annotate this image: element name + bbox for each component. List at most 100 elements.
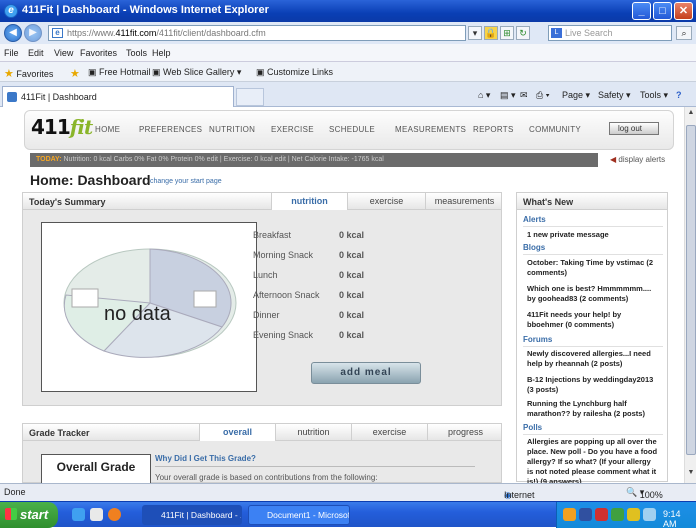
title-bar[interactable]: e 411Fit | Dashboard - Windows Internet … — [0, 0, 696, 22]
blog-item[interactable]: October: Taking Time by vstimac (2 comme… — [527, 258, 659, 278]
home-icon[interactable]: ⌂ ▾ — [478, 90, 490, 101]
firefox-quicklaunch-icon[interactable] — [108, 508, 121, 521]
tray-icon[interactable] — [563, 508, 576, 521]
tray-icon[interactable] — [611, 508, 624, 521]
help-icon[interactable]: ? — [676, 90, 682, 100]
address-toolbar: ◀ ▶ e https://www.411fit.com/411fit/clie… — [0, 22, 696, 44]
close-button[interactable]: ✕ — [674, 2, 693, 20]
menu-view[interactable]: View — [54, 48, 73, 58]
forum-item[interactable]: Newly discovered allergies...I need help… — [527, 349, 659, 369]
forum-item[interactable]: Running the Lynchburg half marathon?? by… — [527, 399, 659, 419]
site-logo[interactable]: 411fit — [31, 115, 93, 139]
why-grade-link[interactable]: Why Did I Get This Grade? — [155, 454, 256, 463]
live-search-icon: L — [551, 28, 562, 38]
divider — [523, 346, 663, 347]
taskbar-word-window[interactable]: Document1 - Microsof... — [248, 505, 350, 525]
ie-logo-icon: e — [4, 4, 18, 18]
menu-file[interactable]: File — [4, 48, 19, 58]
divider — [523, 226, 663, 227]
tab-row: 411Fit | Dashboard ⌂ ▾ ▤ ▾ ✉ ⎙ ▾ Page ▾ … — [0, 82, 696, 107]
menu-tools[interactable]: Tools — [126, 48, 147, 58]
ie-quicklaunch-icon[interactable] — [72, 508, 85, 521]
tab-exercise[interactable]: exercise — [347, 193, 425, 210]
address-prefix: https://www. — [67, 28, 116, 38]
print-icon[interactable]: ⎙ ▾ — [536, 90, 549, 101]
new-tab-button[interactable] — [236, 88, 264, 106]
back-button[interactable]: ◀ — [4, 24, 22, 42]
favorites-button[interactable]: ★ Favorites — [4, 67, 53, 80]
tray-icon[interactable] — [627, 508, 640, 521]
tray-icon[interactable] — [579, 508, 592, 521]
tab-nutrition[interactable]: nutrition — [271, 193, 347, 210]
feeds-icon[interactable]: ▤ ▾ — [500, 90, 516, 101]
forward-button[interactable]: ▶ — [24, 24, 42, 42]
menu-favorites[interactable]: Favorites — [80, 48, 117, 58]
nav-exercise[interactable]: EXERCISE — [271, 125, 314, 134]
system-tray: 9:14 AM — [556, 502, 696, 529]
nav-schedule[interactable]: SCHEDULE — [329, 125, 375, 134]
blog-item[interactable]: Which one is best? Hmmmmmm.... by goohea… — [527, 284, 659, 304]
kcal-afternoon-snack: 0 kcal — [339, 290, 365, 300]
maximize-button[interactable]: □ — [653, 2, 672, 20]
address-bar[interactable]: e https://www.411fit.com/411fit/client/d… — [48, 25, 466, 41]
search-icon[interactable]: ⌕ — [676, 26, 692, 40]
tools-menu[interactable]: Tools ▾ — [640, 90, 668, 101]
menu-bar: File Edit View Favorites Tools Help — [0, 44, 696, 62]
scroll-down-icon[interactable]: ▼ — [686, 469, 696, 481]
minimize-button[interactable]: _ — [632, 2, 651, 20]
tab-favicon-icon — [7, 92, 17, 102]
windows-logo-icon — [5, 508, 17, 520]
tray-icon[interactable] — [643, 508, 656, 521]
browser-tab[interactable]: 411Fit | Dashboard — [2, 86, 234, 107]
page-menu[interactable]: Page ▾ — [562, 90, 590, 101]
tab-grade-nutrition[interactable]: nutrition — [275, 424, 351, 441]
start-button[interactable]: start — [0, 502, 58, 528]
lock-icon[interactable]: 🔒 — [484, 26, 498, 40]
forum-item[interactable]: B-12 Injections by weddingday2013 (3 pos… — [527, 375, 659, 395]
fav-web-slice-gallery[interactable]: ▣ Web Slice Gallery ▾ — [152, 67, 241, 78]
fav-customize-links[interactable]: ▣ Customize Links — [256, 67, 333, 78]
status-text: Done — [4, 487, 26, 497]
nav-preferences[interactable]: PREFERENCES — [139, 125, 202, 134]
refresh-icon[interactable]: ↻ — [516, 26, 530, 40]
menu-help[interactable]: Help — [152, 48, 171, 58]
nav-reports[interactable]: REPORTS — [473, 125, 514, 134]
favorites-bar: ★ Favorites ★ ▣ Free Hotmail ▣ Web Slice… — [0, 62, 696, 82]
alert-item[interactable]: 1 new private message — [527, 230, 659, 240]
fav-free-hotmail[interactable]: ▣ Free Hotmail — [88, 67, 151, 78]
tab-overall[interactable]: overall — [199, 424, 275, 441]
vertical-scrollbar[interactable]: ▲ ▼ — [684, 107, 696, 483]
tab-measurements[interactable]: measurements — [425, 193, 503, 210]
nav-measurements[interactable]: MEASUREMENTS — [395, 125, 466, 134]
nav-home[interactable]: HOME — [95, 125, 120, 134]
clock[interactable]: 9:14 AM — [663, 509, 696, 529]
compatibility-icon[interactable]: ⊞ — [500, 26, 514, 40]
menu-edit[interactable]: Edit — [28, 48, 44, 58]
today-summary: Nutrition: 0 kcal Carbs 0% Fat 0% Protei… — [63, 156, 384, 163]
nav-nutrition[interactable]: NUTRITION — [209, 125, 255, 134]
mail-icon[interactable]: ✉ — [520, 90, 528, 101]
change-start-link[interactable]: change your start page — [150, 178, 222, 185]
meal-breakfast: Breakfast — [253, 230, 292, 240]
add-meal-button[interactable]: add meal — [311, 362, 421, 384]
dropdown-arrow-icon[interactable]: ▾ — [468, 26, 482, 40]
nav-community[interactable]: COMMUNITY — [529, 125, 581, 134]
search-input[interactable]: L Live Search — [548, 25, 672, 41]
zoom-level[interactable]: 🔍 100% ▾ — [626, 487, 663, 500]
poll-item[interactable]: Allergies are popping up all over the pl… — [527, 437, 659, 487]
address-path: /411fit/client/dashboard.cfm — [156, 28, 266, 38]
site-nav: 411fit HOME PREFERENCES NUTRITION EXERCI… — [24, 110, 674, 150]
display-alerts-link[interactable]: ◀ display alerts — [610, 155, 665, 164]
tab-progress[interactable]: progress — [427, 424, 503, 441]
scroll-up-icon[interactable]: ▲ — [686, 109, 696, 121]
kcal-evening-snack: 0 kcal — [339, 330, 365, 340]
scroll-thumb[interactable] — [686, 125, 696, 455]
taskbar-ie-window[interactable]: 411Fit | Dashboard - ... — [142, 505, 242, 525]
safety-menu[interactable]: Safety ▾ — [598, 90, 631, 101]
logout-button[interactable]: log out — [609, 122, 659, 135]
blog-item[interactable]: 411Fit needs your help! by bboehmer (0 c… — [527, 310, 659, 330]
desktop-quicklaunch-icon[interactable] — [90, 508, 103, 521]
tab-grade-exercise[interactable]: exercise — [351, 424, 427, 441]
tray-icon[interactable] — [595, 508, 608, 521]
add-favorite-icon[interactable]: ★ — [70, 67, 80, 80]
